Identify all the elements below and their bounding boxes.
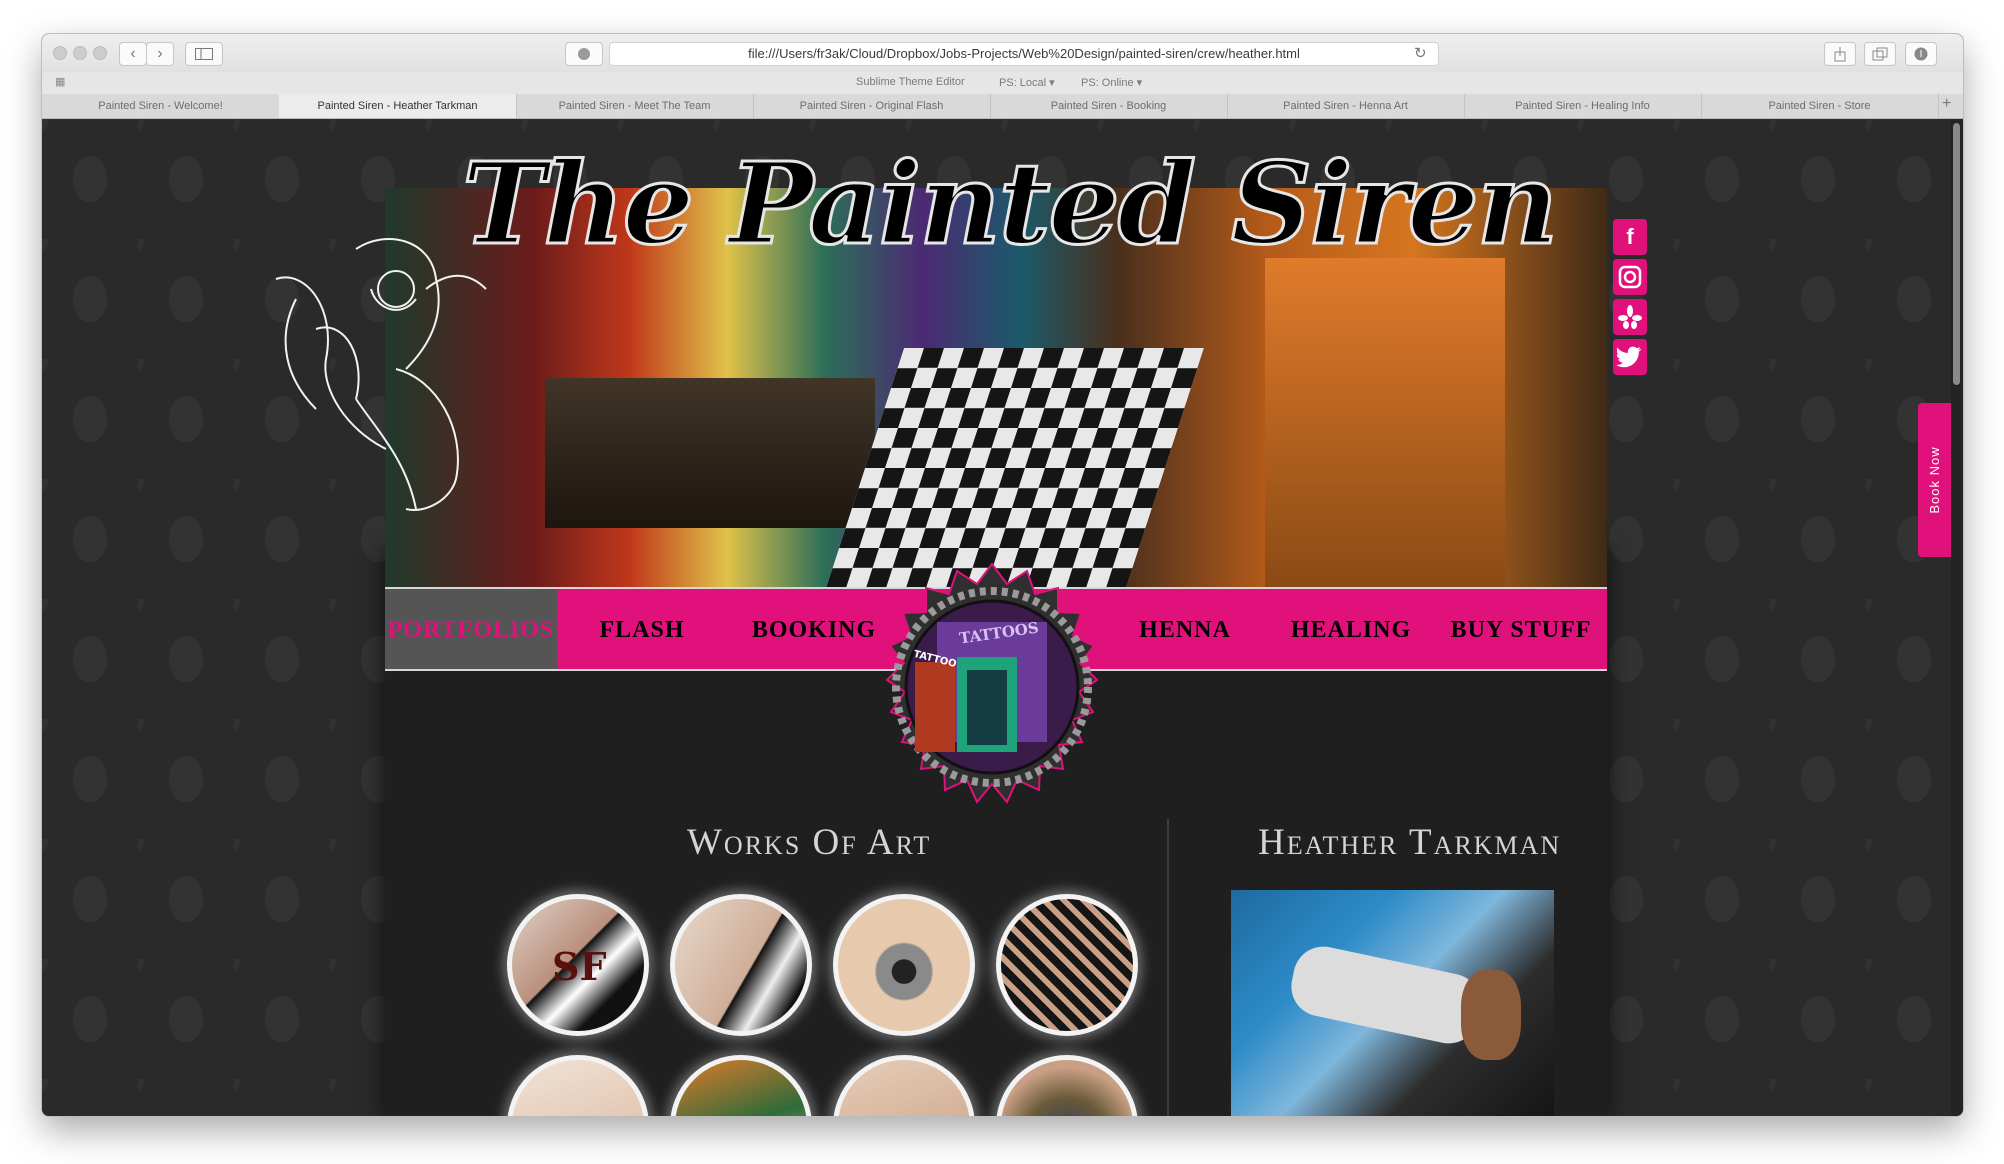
downloads-button[interactable] xyxy=(1905,42,1937,66)
chevron-right-icon: › xyxy=(157,45,163,62)
browser-tab[interactable]: Painted Siren - Henna Art xyxy=(1227,94,1465,118)
tabs-icon xyxy=(1872,47,1888,61)
instagram-link[interactable] xyxy=(1613,259,1647,295)
photo-subject-hair xyxy=(1461,970,1521,1060)
artist-heading: Heather Tarkman xyxy=(1258,822,1562,863)
browser-tab-active[interactable]: Painted Siren - Heather Tarkman xyxy=(279,94,517,118)
column-divider xyxy=(1167,819,1169,1116)
yelp-link[interactable] xyxy=(1613,299,1647,335)
portfolio-thumbnail[interactable]: SF xyxy=(507,894,649,1036)
address-bar[interactable]: file:///Users/fr3ak/Cloud/Dropbox/Jobs-P… xyxy=(609,42,1439,66)
minimize-window-button[interactable] xyxy=(73,46,87,60)
extension-button[interactable] xyxy=(565,42,603,66)
puzzle-icon xyxy=(578,48,590,60)
share-icon xyxy=(1834,47,1846,62)
browser-tab[interactable]: Painted Siren - Healing Info xyxy=(1464,94,1702,118)
photo-subject xyxy=(1285,941,1487,1049)
browser-window: ‹ › file:///Users/fr3ak/Cloud/Dropbox/Jo… xyxy=(42,34,1963,1116)
portfolio-thumbnail[interactable] xyxy=(833,894,975,1036)
favorite-link[interactable]: PS: Online ▾ xyxy=(1081,76,1142,89)
zoom-window-button[interactable] xyxy=(93,46,107,60)
favorites-bar: ▦ Sublime Theme Editor PS: Local ▾ PS: O… xyxy=(42,72,1963,94)
browser-tab[interactable]: Painted Siren - Welcome! xyxy=(42,94,280,118)
emblem-badge xyxy=(885,562,1099,804)
nav-healing[interactable]: HEALING xyxy=(1267,589,1435,669)
new-tab-button[interactable]: + xyxy=(1942,95,1951,113)
display-counter xyxy=(545,378,875,528)
browser-tab[interactable]: Painted Siren - Original Flash xyxy=(753,94,991,118)
nav-buy-stuff[interactable]: BUY STUFF xyxy=(1435,589,1607,669)
browser-tab[interactable]: Painted Siren - Store xyxy=(1701,94,1939,118)
sf-logo-tattoo: SF xyxy=(552,944,607,989)
siren-line-art xyxy=(275,238,487,511)
twitter-icon xyxy=(1616,346,1642,368)
facebook-icon: f xyxy=(1626,224,1634,249)
sidebar-icon xyxy=(195,48,213,60)
facebook-link[interactable]: f xyxy=(1613,219,1647,255)
scrollbar-thumb[interactable] xyxy=(1953,123,1960,385)
url-text[interactable]: file:///Users/fr3ak/Cloud/Dropbox/Jobs-P… xyxy=(610,43,1438,65)
site-brand-logo[interactable]: The Painted Siren xyxy=(460,138,1559,272)
chevron-left-icon: ‹ xyxy=(130,45,136,62)
book-now-label[interactable]: Book Now xyxy=(1923,413,1947,547)
tab-bar: Painted Siren - Welcome! Painted Siren -… xyxy=(42,94,1963,119)
back-button[interactable]: ‹ xyxy=(119,42,147,66)
wood-cabinet xyxy=(1265,258,1505,588)
sidebar-toggle-button[interactable] xyxy=(185,42,223,66)
nav-portfolios[interactable]: PORTFOLIOS xyxy=(385,589,557,669)
close-window-button[interactable] xyxy=(53,46,67,60)
portfolio-thumbnail[interactable] xyxy=(996,894,1138,1036)
checkered-floor xyxy=(826,348,1204,588)
page-viewport: The Painted Siren PORTFOLIOS FLASH BOOKI… xyxy=(42,119,1963,1116)
download-icon xyxy=(1914,47,1928,61)
forward-button[interactable]: › xyxy=(146,42,174,66)
favorite-link[interactable]: Sublime Theme Editor xyxy=(856,76,965,88)
yelp-icon xyxy=(1618,305,1642,329)
browser-tab[interactable]: Painted Siren - Booking xyxy=(990,94,1228,118)
favorite-link[interactable]: PS: Local ▾ xyxy=(999,76,1055,89)
book-now-tab[interactable]: Book Now xyxy=(1918,403,1952,557)
artist-profile-photo xyxy=(1231,890,1554,1116)
tabs-overview-button[interactable] xyxy=(1864,42,1896,66)
browser-toolbar: ‹ › file:///Users/fr3ak/Cloud/Dropbox/Jo… xyxy=(42,34,1963,72)
browser-tab[interactable]: Painted Siren - Meet The Team xyxy=(516,94,754,118)
twitter-link[interactable] xyxy=(1613,339,1647,375)
nav-flash[interactable]: FLASH xyxy=(557,589,727,669)
shop-emblem[interactable]: TATTOOS TATTOO xyxy=(867,562,1117,812)
works-heading: Works Of Art xyxy=(687,822,932,863)
portfolio-thumbnail[interactable] xyxy=(670,894,812,1036)
reload-icon[interactable]: ↻ xyxy=(1414,44,1427,62)
share-button[interactable] xyxy=(1824,42,1856,66)
instagram-icon xyxy=(1618,265,1642,289)
nav-henna[interactable]: HENNA xyxy=(1103,589,1267,669)
grid-icon[interactable]: ▦ xyxy=(55,75,65,88)
